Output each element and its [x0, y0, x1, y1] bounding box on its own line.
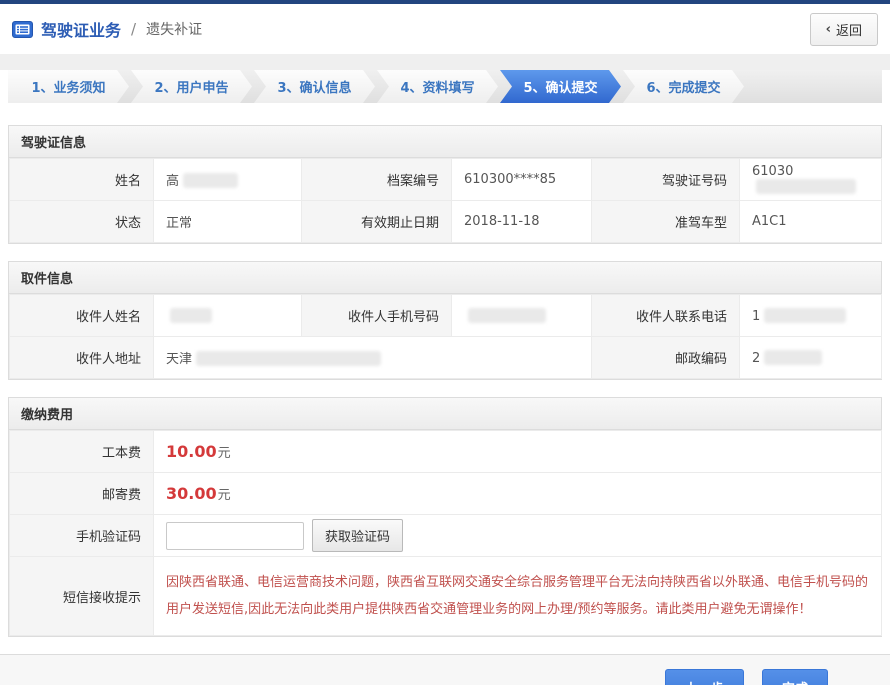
- finish-button[interactable]: 完成: [762, 669, 828, 685]
- fee-row: 邮寄费30.00元: [10, 473, 882, 515]
- fee-row: 工本费10.00元: [10, 431, 882, 473]
- field-recipient-phone-value: 1: [752, 309, 760, 324]
- sms-notice-text: 因陕西省联通、电信运营商技术问题，陕西省互联网交通安全综合服务管理平台无法向持陕…: [166, 569, 869, 623]
- field-status-value: 正常: [166, 216, 192, 231]
- breadcrumb-separator: /: [131, 20, 136, 38]
- page: 驾驶证业务 / 遗失补证 ‹ 返回 1、业务须知2、用户申告3、确认信息4、资料…: [0, 0, 890, 685]
- list-form-icon: [12, 21, 33, 38]
- sms-code-input[interactable]: [166, 522, 304, 550]
- field-postal-code-label: 邮政编码: [592, 337, 740, 379]
- step-6: 6、完成提交: [623, 70, 744, 103]
- field-recipient-phone-label: 收件人联系电话: [592, 295, 740, 337]
- breadcrumb: 驾驶证业务 / 遗失补证: [12, 17, 202, 41]
- field-valid-until-label: 有效期止日期: [302, 201, 452, 243]
- table-row: 状态正常 有效期止日期 2018-11-18 准驾车型 A1C1: [10, 201, 882, 243]
- field-name-value: 高: [166, 174, 179, 189]
- page-title: 驾驶证业务: [41, 17, 121, 41]
- chevron-left-icon: ‹: [826, 22, 831, 37]
- main-content: 驾驶证信息姓名高 档案编号 610300****85 驾驶证号码 61030 状态正常 有效…: [0, 103, 890, 654]
- field-recipient-address-label: 收件人地址: [10, 337, 154, 379]
- section-3: 缴纳费用工本费10.00元邮寄费30.00元手机验证码获取验证码短信接收提示因陕…: [8, 397, 882, 637]
- captcha-row: 手机验证码 获取验证码: [10, 515, 882, 557]
- currency-unit: 元: [218, 488, 231, 503]
- field-file-number-label: 档案编号: [302, 159, 452, 201]
- previous-step-button[interactable]: 上一步: [665, 669, 744, 685]
- wizard-stepper: 1、业务须知2、用户申告3、确认信息4、资料填写5、确认提交6、完成提交: [8, 70, 882, 103]
- notice-row: 短信接收提示因陕西省联通、电信运营商技术问题，陕西省互联网交通安全综合服务管理平…: [10, 557, 882, 636]
- field-valid-until-cell: 2018-11-18: [452, 201, 592, 243]
- redacted-blur: [764, 308, 846, 323]
- redacted-blur: [196, 351, 381, 366]
- field-recipient-address-cell: 天津: [154, 337, 592, 379]
- field-sms-code-label: 手机验证码: [10, 515, 154, 557]
- back-button-label: 返回: [836, 20, 862, 39]
- redacted-blur: [764, 350, 822, 365]
- table-row: 姓名高 档案编号 610300****85 驾驶证号码 61030: [10, 159, 882, 201]
- step-5: 5、确认提交: [500, 70, 621, 103]
- field-name-label: 姓名: [10, 159, 154, 201]
- back-button[interactable]: ‹ 返回: [810, 13, 878, 46]
- captcha-cell: 获取验证码: [154, 515, 882, 557]
- field-recipient-mobile-label: 收件人手机号码: [302, 295, 452, 337]
- field-file-number-value: 610300****85: [464, 172, 556, 187]
- step-3: 3、确认信息: [254, 70, 375, 103]
- notice-cell: 因陕西省联通、电信运营商技术问题，陕西省互联网交通安全综合服务管理平台无法向持陕…: [154, 557, 882, 636]
- field-recipient-address-value: 天津: [166, 352, 192, 367]
- section-title: 取件信息: [9, 262, 881, 294]
- section-title: 驾驶证信息: [9, 126, 881, 158]
- field-postage-fee-label: 邮寄费: [10, 473, 154, 515]
- redacted-blur: [468, 308, 546, 323]
- field-postage-fee-cell: 30.00元: [154, 473, 882, 515]
- table-row: 收件人姓名 收件人手机号码 收件人联系电话 1: [10, 295, 882, 337]
- field-sms-notice-label: 短信接收提示: [10, 557, 154, 636]
- field-vehicle-class-label: 准驾车型: [592, 201, 740, 243]
- field-postage-fee-amount: 30.00: [166, 484, 217, 503]
- redacted-blur: [170, 308, 212, 323]
- footer-bar: 上一步 完成: [0, 654, 890, 685]
- redacted-blur: [183, 173, 238, 188]
- get-code-button[interactable]: 获取验证码: [312, 519, 403, 552]
- field-license-number-cell: 61030: [740, 159, 882, 201]
- field-postal-code-value: 2: [752, 351, 760, 366]
- step-2: 2、用户申告: [131, 70, 252, 103]
- field-vehicle-class-value: A1C1: [752, 214, 787, 229]
- step-1: 1、业务须知: [8, 70, 129, 103]
- field-recipient-phone-cell: 1: [740, 295, 882, 337]
- field-status-cell: 正常: [154, 201, 302, 243]
- field-license-number-value: 61030: [752, 164, 793, 179]
- field-production-fee-amount: 10.00: [166, 442, 217, 461]
- table-row: 收件人地址天津 邮政编码 2: [10, 337, 882, 379]
- field-recipient-name-label: 收件人姓名: [10, 295, 154, 337]
- field-production-fee-label: 工本费: [10, 431, 154, 473]
- section-title: 缴纳费用: [9, 398, 881, 430]
- header-bar: 驾驶证业务 / 遗失补证 ‹ 返回: [0, 4, 890, 54]
- step-4: 4、资料填写: [377, 70, 498, 103]
- field-recipient-mobile-cell: [452, 295, 592, 337]
- page-subtitle: 遗失补证: [146, 19, 202, 39]
- redacted-blur: [756, 179, 856, 194]
- field-production-fee-cell: 10.00元: [154, 431, 882, 473]
- field-file-number-cell: 610300****85: [452, 159, 592, 201]
- section-1: 驾驶证信息姓名高 档案编号 610300****85 驾驶证号码 61030 状态正常 有效…: [8, 125, 882, 244]
- field-name-cell: 高: [154, 159, 302, 201]
- field-license-number-label: 驾驶证号码: [592, 159, 740, 201]
- currency-unit: 元: [218, 446, 231, 461]
- field-postal-code-cell: 2: [740, 337, 882, 379]
- field-valid-until-value: 2018-11-18: [464, 214, 540, 229]
- field-vehicle-class-cell: A1C1: [740, 201, 882, 243]
- header-divider: [0, 54, 890, 70]
- field-recipient-name-cell: [154, 295, 302, 337]
- section-2: 取件信息收件人姓名 收件人手机号码 收件人联系电话 1 收件人地址天津 邮政编码 2: [8, 261, 882, 380]
- field-status-label: 状态: [10, 201, 154, 243]
